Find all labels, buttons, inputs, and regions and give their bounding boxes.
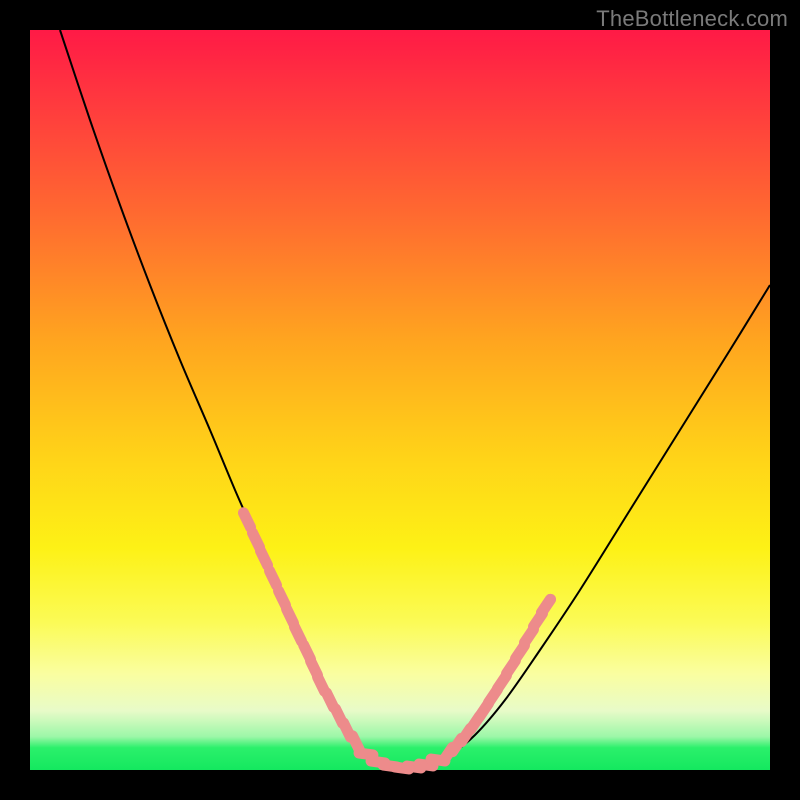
bottleneck-curve bbox=[60, 30, 770, 768]
curve-svg bbox=[30, 30, 770, 770]
curve-marker bbox=[252, 533, 259, 547]
curve-marker bbox=[260, 551, 267, 565]
plot-area bbox=[30, 30, 770, 770]
marker-layer bbox=[243, 513, 550, 769]
curve-marker bbox=[243, 513, 250, 527]
curve-marker bbox=[286, 609, 293, 623]
curve-marker bbox=[269, 571, 276, 585]
curve-marker bbox=[294, 627, 301, 641]
watermark-text: TheBottleneck.com bbox=[596, 6, 788, 32]
curve-marker bbox=[278, 591, 285, 605]
chart-frame: TheBottleneck.com bbox=[0, 0, 800, 800]
curve-marker bbox=[359, 753, 373, 755]
curve-marker bbox=[542, 599, 551, 612]
